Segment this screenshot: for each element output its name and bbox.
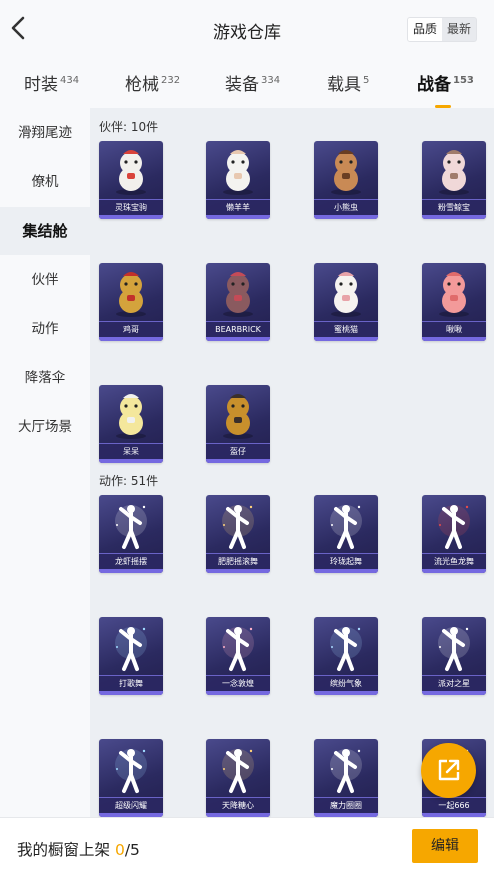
companion-name: 盔仔 bbox=[206, 443, 270, 459]
companion-thumbnail bbox=[206, 141, 270, 201]
tab-count: 434 bbox=[60, 75, 80, 86]
companion-card[interactable]: 啾啾 bbox=[422, 263, 486, 341]
showcase-current-count: 0 bbox=[114, 841, 125, 859]
emote-card[interactable]: 天降糖心 bbox=[206, 739, 270, 817]
companion-card[interactable]: 蜜桃猫 bbox=[314, 263, 378, 341]
emote-thumbnail bbox=[314, 617, 378, 677]
emote-thumbnail bbox=[422, 495, 486, 555]
emote-name: 一起666 bbox=[422, 797, 486, 813]
companion-thumbnail bbox=[99, 141, 163, 201]
emote-card[interactable]: 缤纷气象 bbox=[314, 617, 378, 695]
sidebar-item-assembly-pod[interactable]: 集结舱 bbox=[0, 207, 90, 255]
sidebar-item-glide-trail[interactable]: 滑翔尾迹 bbox=[0, 109, 90, 157]
sort-quality-button[interactable]: 品质 bbox=[407, 18, 442, 41]
emote-card[interactable]: 打歌舞 bbox=[99, 617, 163, 695]
companion-name: 粉雪鲸宝 bbox=[422, 199, 486, 215]
sort-toggle: 品质 最新 bbox=[406, 17, 477, 42]
companion-card[interactable]: 懒羊羊 bbox=[206, 141, 270, 219]
emote-thumbnail bbox=[206, 617, 270, 677]
emote-card[interactable]: 一念敦煌 bbox=[206, 617, 270, 695]
tab-fashion[interactable]: 时装 434 bbox=[24, 70, 79, 95]
emote-name: 超级闪耀 bbox=[99, 797, 163, 813]
companion-thumbnail bbox=[314, 141, 378, 201]
companion-thumbnail bbox=[422, 263, 486, 323]
companion-name: 灵珠宝驹 bbox=[99, 199, 163, 215]
companion-thumbnail bbox=[206, 385, 270, 445]
emote-name: 玲珑起舞 bbox=[314, 553, 378, 569]
emote-thumbnail bbox=[206, 495, 270, 555]
emote-thumbnail bbox=[99, 617, 163, 677]
companion-thumbnail bbox=[314, 263, 378, 323]
tab-vehicles[interactable]: 载具 5 bbox=[327, 70, 369, 95]
tab-count: 232 bbox=[161, 75, 181, 86]
companion-card[interactable]: 鸡哥 bbox=[99, 263, 163, 341]
tab-count: 334 bbox=[261, 75, 281, 86]
emote-thumbnail bbox=[99, 495, 163, 555]
sidebar-item-parachute[interactable]: 降落伞 bbox=[0, 354, 90, 402]
companion-card[interactable]: 盔仔 bbox=[206, 385, 270, 463]
emote-name: 流光鱼龙舞 bbox=[422, 553, 486, 569]
companion-name: 小熊虫 bbox=[314, 199, 378, 215]
emote-thumbnail bbox=[99, 739, 163, 799]
companion-card[interactable]: 呆呆 bbox=[99, 385, 163, 463]
emote-card[interactable]: 玲珑起舞 bbox=[314, 495, 378, 573]
emote-thumbnail bbox=[314, 739, 378, 799]
sidebar-item-lobby-scene[interactable]: 大厅场景 bbox=[0, 403, 90, 451]
companion-name: 呆呆 bbox=[99, 443, 163, 459]
bottom-bar: 我的橱窗上架 0/5 编辑 bbox=[0, 817, 494, 875]
emote-section-title: 动作: 51件 bbox=[99, 474, 159, 488]
companion-card[interactable]: 灵珠宝驹 bbox=[99, 141, 163, 219]
showcase-total-count: /5 bbox=[124, 841, 140, 859]
tab-battle-prep[interactable]: 战备 153 bbox=[417, 70, 474, 108]
emote-card[interactable]: 肥肥摇滚舞 bbox=[206, 495, 270, 573]
companion-name: BEARBRICK bbox=[206, 321, 270, 337]
emote-thumbnail bbox=[422, 617, 486, 677]
share-out-icon bbox=[438, 759, 460, 781]
emote-name: 天降糖心 bbox=[206, 797, 270, 813]
tab-guns[interactable]: 枪械 232 bbox=[125, 70, 180, 95]
tab-count: 5 bbox=[363, 75, 370, 86]
companion-name: 鸡哥 bbox=[99, 321, 163, 337]
edit-button[interactable]: 编辑 bbox=[412, 829, 478, 863]
sidebar-item-emote[interactable]: 动作 bbox=[0, 305, 90, 353]
emote-name: 一念敦煌 bbox=[206, 675, 270, 691]
emote-card[interactable]: 流光鱼龙舞 bbox=[422, 495, 486, 573]
companion-thumbnail bbox=[99, 263, 163, 323]
sidebar-item-companion[interactable]: 伙伴 bbox=[0, 256, 90, 304]
item-grid: 伙伴: 10件 灵珠宝驹 懒羊羊 小熊虫 粉雪鲸宝鸡哥 BEARBRICK 蜜桃猫 啾啾呆呆… bbox=[90, 108, 494, 817]
sidebar: 滑翔尾迹 僚机 集结舱 伙伴 动作 降落伞 大厅场景 bbox=[0, 108, 90, 817]
emote-name: 打歌舞 bbox=[99, 675, 163, 691]
companion-card[interactable]: BEARBRICK bbox=[206, 263, 270, 341]
companion-name: 蜜桃猫 bbox=[314, 321, 378, 337]
emote-thumbnail bbox=[314, 495, 378, 555]
share-button[interactable] bbox=[421, 743, 476, 798]
emote-card[interactable]: 超级闪耀 bbox=[99, 739, 163, 817]
emote-name: 龙虾摇摆 bbox=[99, 553, 163, 569]
sidebar-item-wingman[interactable]: 僚机 bbox=[0, 158, 90, 206]
sort-latest-button[interactable]: 最新 bbox=[442, 18, 476, 41]
companion-name: 啾啾 bbox=[422, 321, 486, 337]
companion-thumbnail bbox=[99, 385, 163, 445]
tab-count: 153 bbox=[453, 75, 474, 86]
companion-thumbnail bbox=[206, 263, 270, 323]
header-bar: 游戏仓库 品质 最新 bbox=[0, 0, 494, 58]
emote-card[interactable]: 龙虾摇摆 bbox=[99, 495, 163, 573]
showcase-status: 我的橱窗上架 0/5 bbox=[17, 841, 140, 859]
companion-thumbnail bbox=[422, 141, 486, 201]
companion-card[interactable]: 小熊虫 bbox=[314, 141, 378, 219]
companion-section-title: 伙伴: 10件 bbox=[99, 120, 159, 134]
companion-card[interactable]: 粉雪鲸宝 bbox=[422, 141, 486, 219]
category-tabs: 时装 434 枪械 232 装备 334 载具 5 战备 153 bbox=[0, 58, 494, 108]
emote-card[interactable]: 派对之星 bbox=[422, 617, 486, 695]
emote-thumbnail bbox=[206, 739, 270, 799]
emote-card[interactable]: 魔力圈圈 bbox=[314, 739, 378, 817]
emote-name: 肥肥摇滚舞 bbox=[206, 553, 270, 569]
emote-name: 缤纷气象 bbox=[314, 675, 378, 691]
companion-name: 懒羊羊 bbox=[206, 199, 270, 215]
emote-name: 魔力圈圈 bbox=[314, 797, 378, 813]
emote-name: 派对之星 bbox=[422, 675, 486, 691]
tab-equipment[interactable]: 装备 334 bbox=[225, 70, 280, 95]
